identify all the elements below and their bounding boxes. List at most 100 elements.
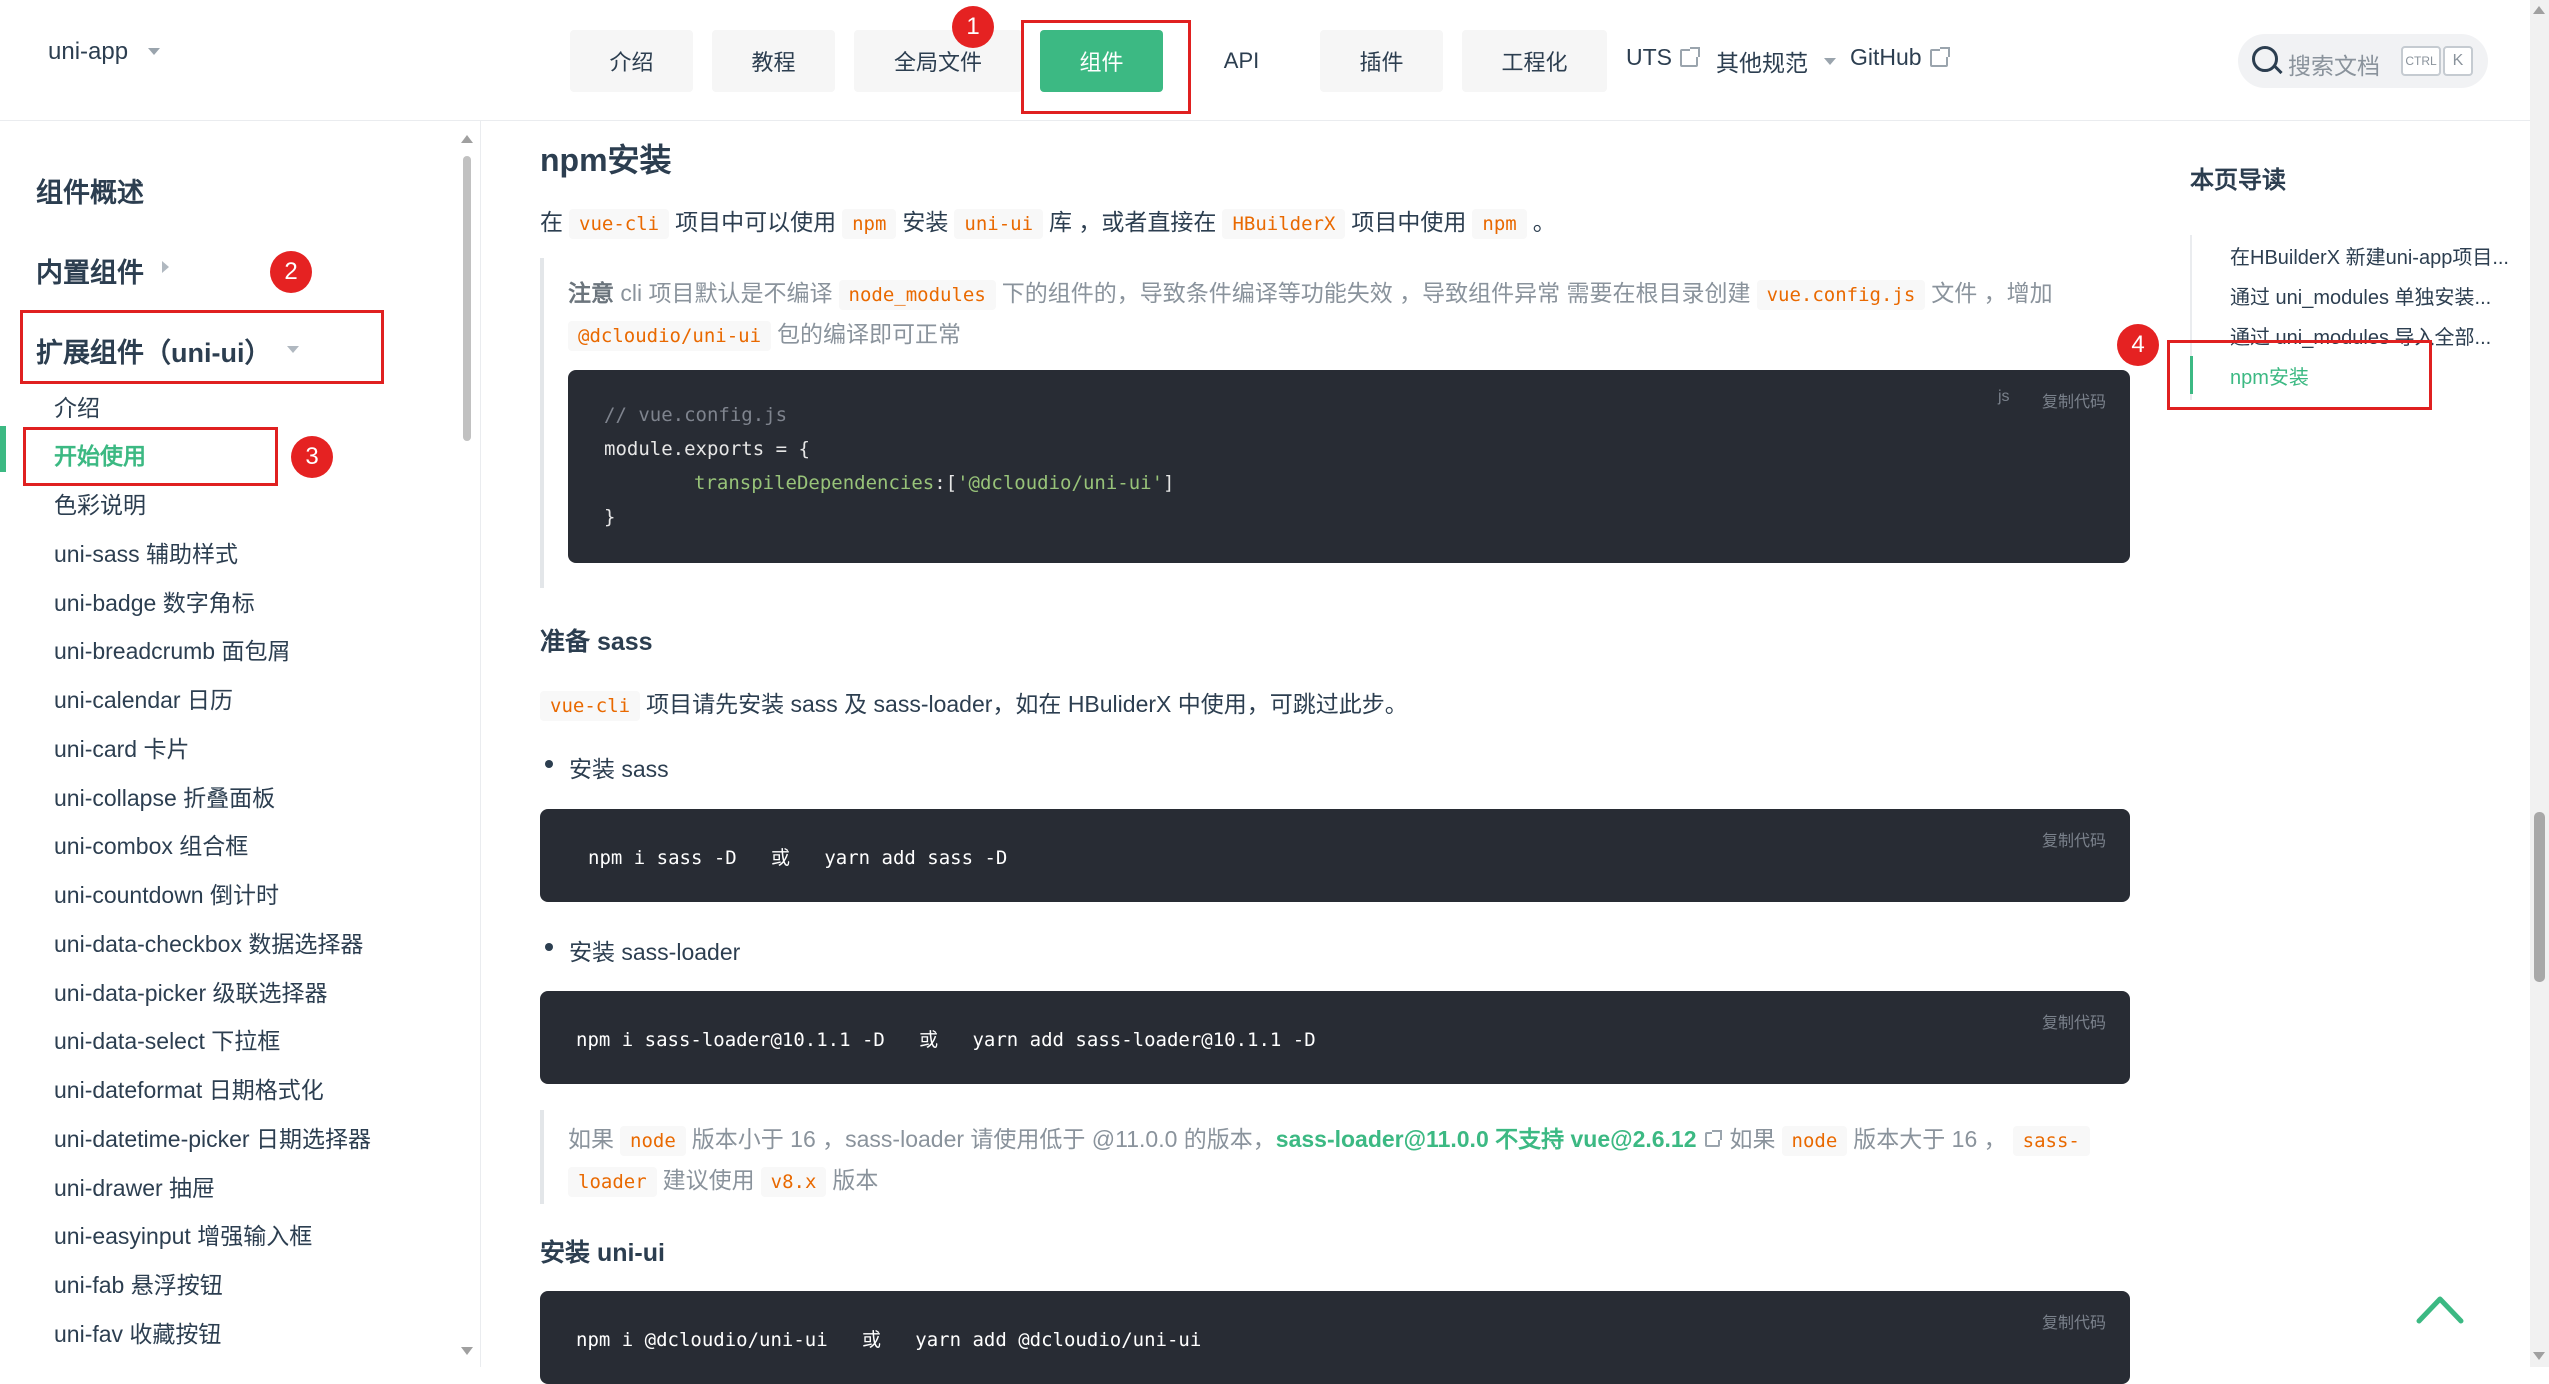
- sidebar-item[interactable]: uni-data-checkbox 数据选择器: [54, 925, 363, 959]
- text: 版本: [832, 1167, 879, 1193]
- nav-engineering[interactable]: 工程化: [1462, 30, 1607, 92]
- logo-dropdown-icon[interactable]: [148, 48, 160, 55]
- sidebar-item[interactable]: uni-calendar 日历: [54, 681, 233, 715]
- sidebar-item[interactable]: uni-sass 辅助样式: [54, 535, 238, 569]
- code-token: '@dcloudio/uni-ui': [957, 472, 1164, 494]
- sidebar: 组件概述 内置组件 扩展组件（uni-ui） 介绍 开始使用 色彩说明 uni-…: [0, 121, 481, 1367]
- code-block-install-sass-loader: 复制代码 npm i sass-loader@10.1.1 -D 或 yarn …: [540, 991, 2130, 1084]
- text: 库 ，或者直接在: [1049, 209, 1217, 235]
- text: 包的编译即可正常: [777, 321, 962, 347]
- nav-intro[interactable]: 介绍: [570, 30, 693, 92]
- heading-prepare-sass: 准备 sass: [540, 628, 653, 656]
- sidebar-item[interactable]: 色彩说明: [54, 486, 146, 520]
- inline-code: node: [1781, 1126, 1848, 1156]
- nav-github[interactable]: GitHub: [1850, 44, 1950, 71]
- inline-code: vue-cli: [569, 209, 670, 239]
- sidebar-item[interactable]: uni-card 卡片: [54, 730, 189, 764]
- site-logo[interactable]: uni-app: [48, 38, 128, 66]
- back-to-top-icon[interactable]: [2415, 1285, 2465, 1335]
- sidebar-item[interactable]: uni-dateformat 日期格式化: [54, 1071, 324, 1105]
- kbd-k: K: [2443, 46, 2473, 76]
- kbd-ctrl: CTRL: [2401, 46, 2441, 76]
- sidebar-item[interactable]: uni-fav 收藏按钮: [54, 1315, 221, 1349]
- heading-npm-install: npm安装: [540, 142, 672, 178]
- copy-code-button[interactable]: 复制代码: [2042, 1309, 2106, 1333]
- chevron-right-icon: [162, 261, 169, 273]
- toc-item[interactable]: 通过 uni_modules 单独安装...: [2230, 281, 2510, 310]
- nav-global-files[interactable]: 全局文件: [854, 30, 1022, 92]
- code-line: // vue.config.js: [604, 404, 788, 426]
- text: 版本大于 16 ，: [1853, 1126, 2007, 1152]
- annotation-box-3: [23, 427, 278, 486]
- sidebar-item[interactable]: uni-combox 组合框: [54, 827, 248, 861]
- scroll-down-icon[interactable]: [461, 1347, 473, 1355]
- toc-title: 本页导读: [2190, 167, 2286, 194]
- scroll-down-icon[interactable]: [2533, 1352, 2545, 1360]
- search-box[interactable]: 搜索文档 CTRL K: [2238, 34, 2488, 88]
- copy-code-button[interactable]: 复制代码: [2042, 388, 2106, 412]
- bullet-dot: [545, 760, 553, 768]
- copy-code-button[interactable]: 复制代码: [2042, 1009, 2106, 1033]
- sidebar-item[interactable]: uni-fab 悬浮按钮: [54, 1266, 223, 1300]
- code-line: npm i sass-loader@10.1.1 -D 或 yarn add s…: [576, 1029, 1316, 1051]
- code-token: module.exports: [604, 438, 765, 460]
- nav-other-specs[interactable]: 其他规范: [1716, 44, 1836, 78]
- text: 项目中可以使用: [675, 209, 837, 235]
- tip-line-2: @dcloudio/uni-ui 包的编译即可正常: [568, 315, 962, 351]
- sidebar-item[interactable]: 介绍: [54, 389, 100, 423]
- copy-code-button[interactable]: 复制代码: [2042, 827, 2106, 851]
- sidebar-item[interactable]: uni-data-picker 级联选择器: [54, 974, 328, 1008]
- inline-code: vue-cli: [540, 691, 641, 721]
- sidebar-item[interactable]: uni-badge 数字角标: [54, 584, 255, 618]
- text: cli 项目默认是不编译: [614, 280, 833, 306]
- code-line: transpileDependencies:['@dcloudio/uni-ui…: [694, 472, 1174, 494]
- sidebar-item[interactable]: uni-easyinput 增强输入框: [54, 1217, 312, 1251]
- code-token: = {: [764, 438, 810, 460]
- sidebar-item[interactable]: uni-breadcrumb 面包屑: [54, 632, 290, 666]
- nav-api[interactable]: API: [1180, 30, 1303, 92]
- scroll-up-icon[interactable]: [461, 135, 473, 143]
- inline-code: npm: [842, 209, 897, 239]
- inline-code: vue.config.js: [1756, 280, 1926, 310]
- text: 项目请先安装 sass 及 sass-loader，如在 HBuliderX 中…: [646, 691, 1408, 717]
- nav-uts[interactable]: UTS: [1626, 44, 1700, 71]
- tip-line-1: 注意 cli 项目默认是不编译 node_modules 下的组件的，导致条件编译等…: [568, 274, 2053, 310]
- text: 。: [1532, 209, 1556, 235]
- sidebar-scrollbar-thumb[interactable]: [463, 156, 471, 441]
- sidebar-item[interactable]: uni-drawer 抽屉: [54, 1169, 215, 1203]
- paragraph-npm: 在 vue-cli 项目中可以使用 npm 安装 uni-ui 库 ，或者直接在 HBuild…: [540, 203, 1556, 239]
- toc-item[interactable]: 在HBuilderX 新建uni-app项目...: [2230, 241, 2510, 270]
- code-token: ]: [1163, 472, 1175, 494]
- page-scrollbar-thumb[interactable]: [2534, 812, 2545, 982]
- sidebar-item[interactable]: uni-collapse 折叠面板: [54, 779, 275, 813]
- inline-code: v8.x: [760, 1167, 827, 1197]
- code-token: transpileDependencies: [694, 472, 935, 494]
- annotation-box-1: [1021, 20, 1191, 114]
- inline-code: node: [620, 1126, 686, 1156]
- nav-plugins[interactable]: 插件: [1320, 30, 1443, 92]
- sidebar-group-overview[interactable]: 组件概述: [36, 171, 144, 210]
- text: 如果: [568, 1126, 614, 1152]
- text: 文件 ，增加: [1931, 280, 2053, 306]
- annotation-box-4: [2167, 340, 2432, 410]
- sidebar-item[interactable]: uni-datetime-picker 日期选择器: [54, 1120, 371, 1154]
- page-scrollbar[interactable]: [2530, 0, 2549, 1367]
- sidebar-group-builtin[interactable]: 内置组件: [36, 251, 144, 290]
- bullet-install-sass: 安装 sass: [569, 756, 669, 782]
- code-token: :[: [934, 472, 958, 494]
- sidebar-active-indicator: [0, 426, 6, 472]
- sidebar-item[interactable]: uni-data-select 下拉框: [54, 1022, 280, 1056]
- inline-code: @dcloudio/uni-ui: [568, 321, 772, 351]
- nav-tutorial[interactable]: 教程: [712, 30, 835, 92]
- text: 安装: [902, 209, 949, 235]
- scroll-up-icon[interactable]: [2533, 6, 2545, 14]
- text: 建议使用: [662, 1167, 755, 1193]
- text: 项目中使用: [1351, 209, 1467, 235]
- code-block-install-sass: 复制代码 npm i sass -D 或 yarn add sass -D: [540, 809, 2130, 902]
- external-link-icon: [1929, 46, 1950, 67]
- bullet-install-sass-loader: 安装 sass-loader: [569, 939, 741, 965]
- sidebar-item[interactable]: uni-countdown 倒计时: [54, 876, 279, 910]
- annotation-badge-2: 2: [270, 251, 312, 293]
- nav-github-label: GitHub: [1850, 44, 1922, 70]
- sass-loader-compat-link[interactable]: sass-loader@11.0.0 不支持 vue@2.6.12: [1276, 1126, 1697, 1152]
